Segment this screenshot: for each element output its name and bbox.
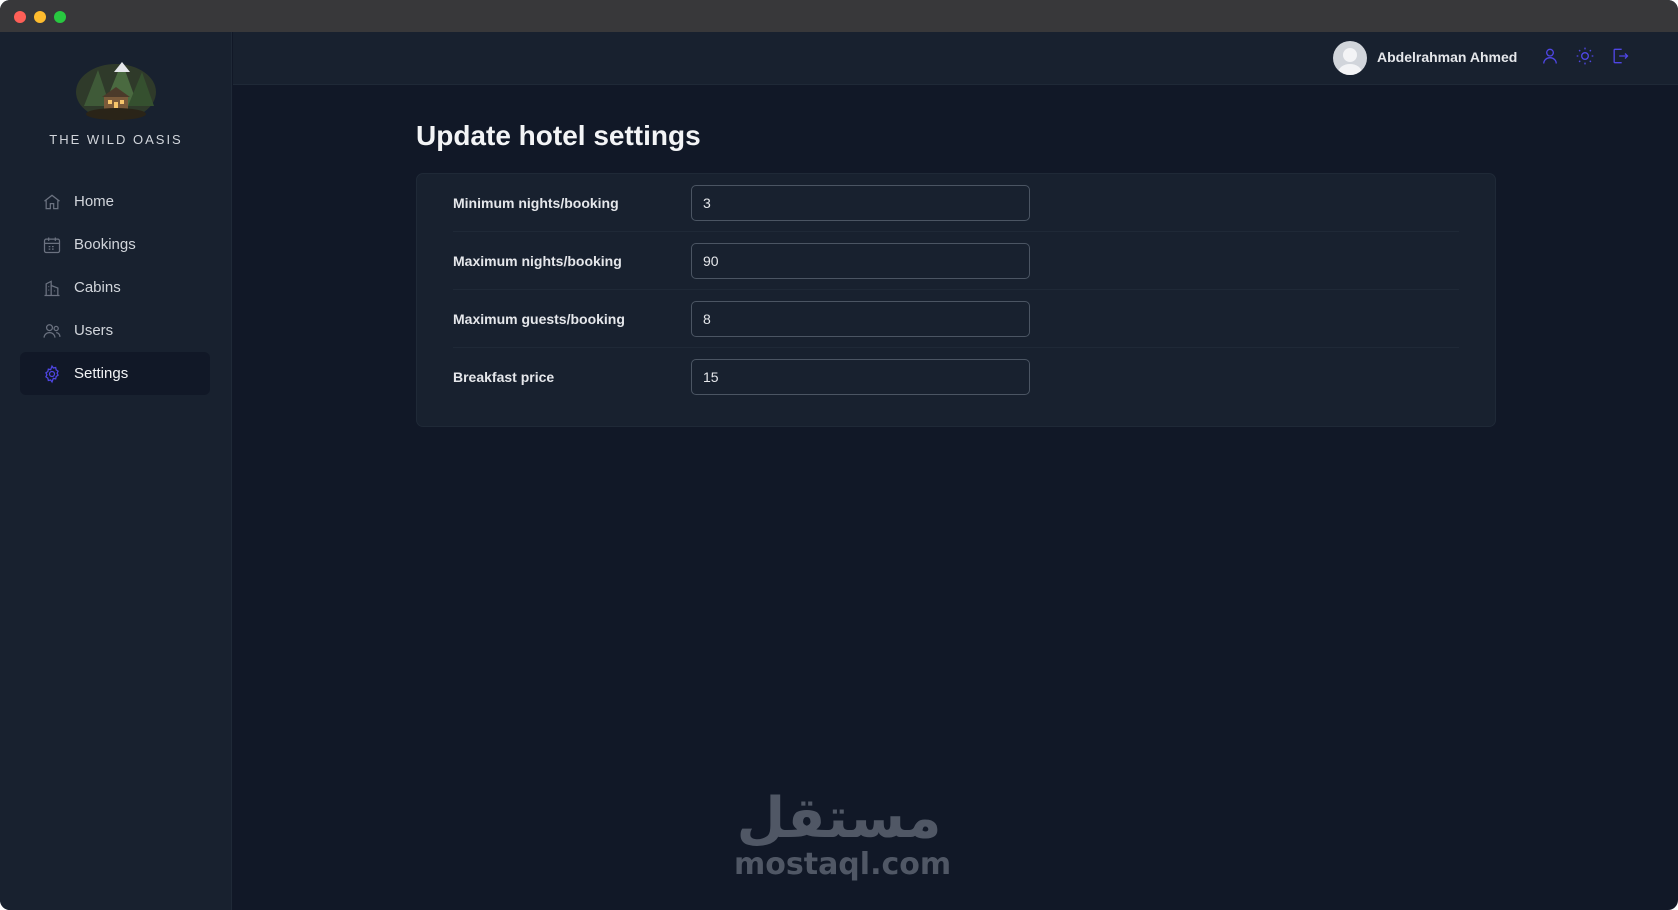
gear-icon [42,364,62,384]
main-nav: Home Bookings Cabins Users Settings [20,180,210,395]
close-window-button[interactable] [14,11,26,23]
window-titlebar [0,0,1678,32]
max-nights-input[interactable] [691,242,1030,279]
account-button[interactable] [1537,45,1563,71]
brand-name: THE WILD OASIS [49,132,183,147]
minimize-window-button[interactable] [34,11,46,23]
settings-form: Minimum nights/booking Maximum nights/bo… [416,173,1496,427]
building-icon [42,278,62,298]
setting-label: Maximum nights/booking [453,252,622,269]
sidebar-item-settings[interactable]: Settings [20,352,210,395]
theme-toggle-button[interactable] [1572,45,1598,71]
sidebar-item-label: Cabins [74,279,121,296]
page-title: Update hotel settings [416,120,701,151]
sidebar: THE WILD OASIS Home Bookings Cabins User… [0,32,232,910]
watermark: مستقل mostaql.com [734,786,952,882]
sidebar-item-label: Settings [74,365,129,382]
sidebar-item-users[interactable]: Users [20,309,210,352]
app-window: THE WILD OASIS Home Bookings Cabins User… [0,0,1678,910]
top-header: Abdelrahman Ahmed [233,32,1678,85]
sidebar-item-bookings[interactable]: Bookings [20,223,210,266]
setting-label: Maximum guests/booking [453,310,625,327]
sidebar-item-label: Users [74,322,114,339]
setting-label: Breakfast price [453,369,555,385]
sidebar-item-cabins[interactable]: Cabins [20,266,210,309]
maximize-window-button[interactable] [54,11,66,23]
home-icon [42,192,62,212]
users-icon [42,321,62,341]
brand-logo [74,56,158,122]
min-nights-input[interactable] [691,184,1030,221]
sidebar-item-label: Home [74,193,115,210]
user-icon [1540,46,1560,71]
sidebar-item-home[interactable]: Home [20,180,210,223]
setting-row-min-nights: Minimum nights/booking [453,174,1459,232]
setting-row-max-guests: Maximum guests/booking [453,290,1459,348]
sidebar-item-label: Bookings [74,236,136,253]
setting-label: Minimum nights/booking [453,194,619,211]
watermark-latin: mostaql.com [734,847,952,882]
sun-icon [1575,46,1595,71]
logout-icon [1610,46,1630,71]
max-guests-input[interactable] [691,300,1030,337]
user-name: Abdelrahman Ahmed [1377,49,1518,65]
watermark-arabic: مستقل [736,786,942,851]
setting-row-max-nights: Maximum nights/booking [453,232,1459,290]
breakfast-price-input[interactable] [691,359,1030,395]
user-avatar[interactable] [1333,41,1367,75]
setting-row-breakfast-price: Breakfast price [453,348,1459,406]
logout-button[interactable] [1607,45,1633,71]
calendar-icon [42,235,62,255]
